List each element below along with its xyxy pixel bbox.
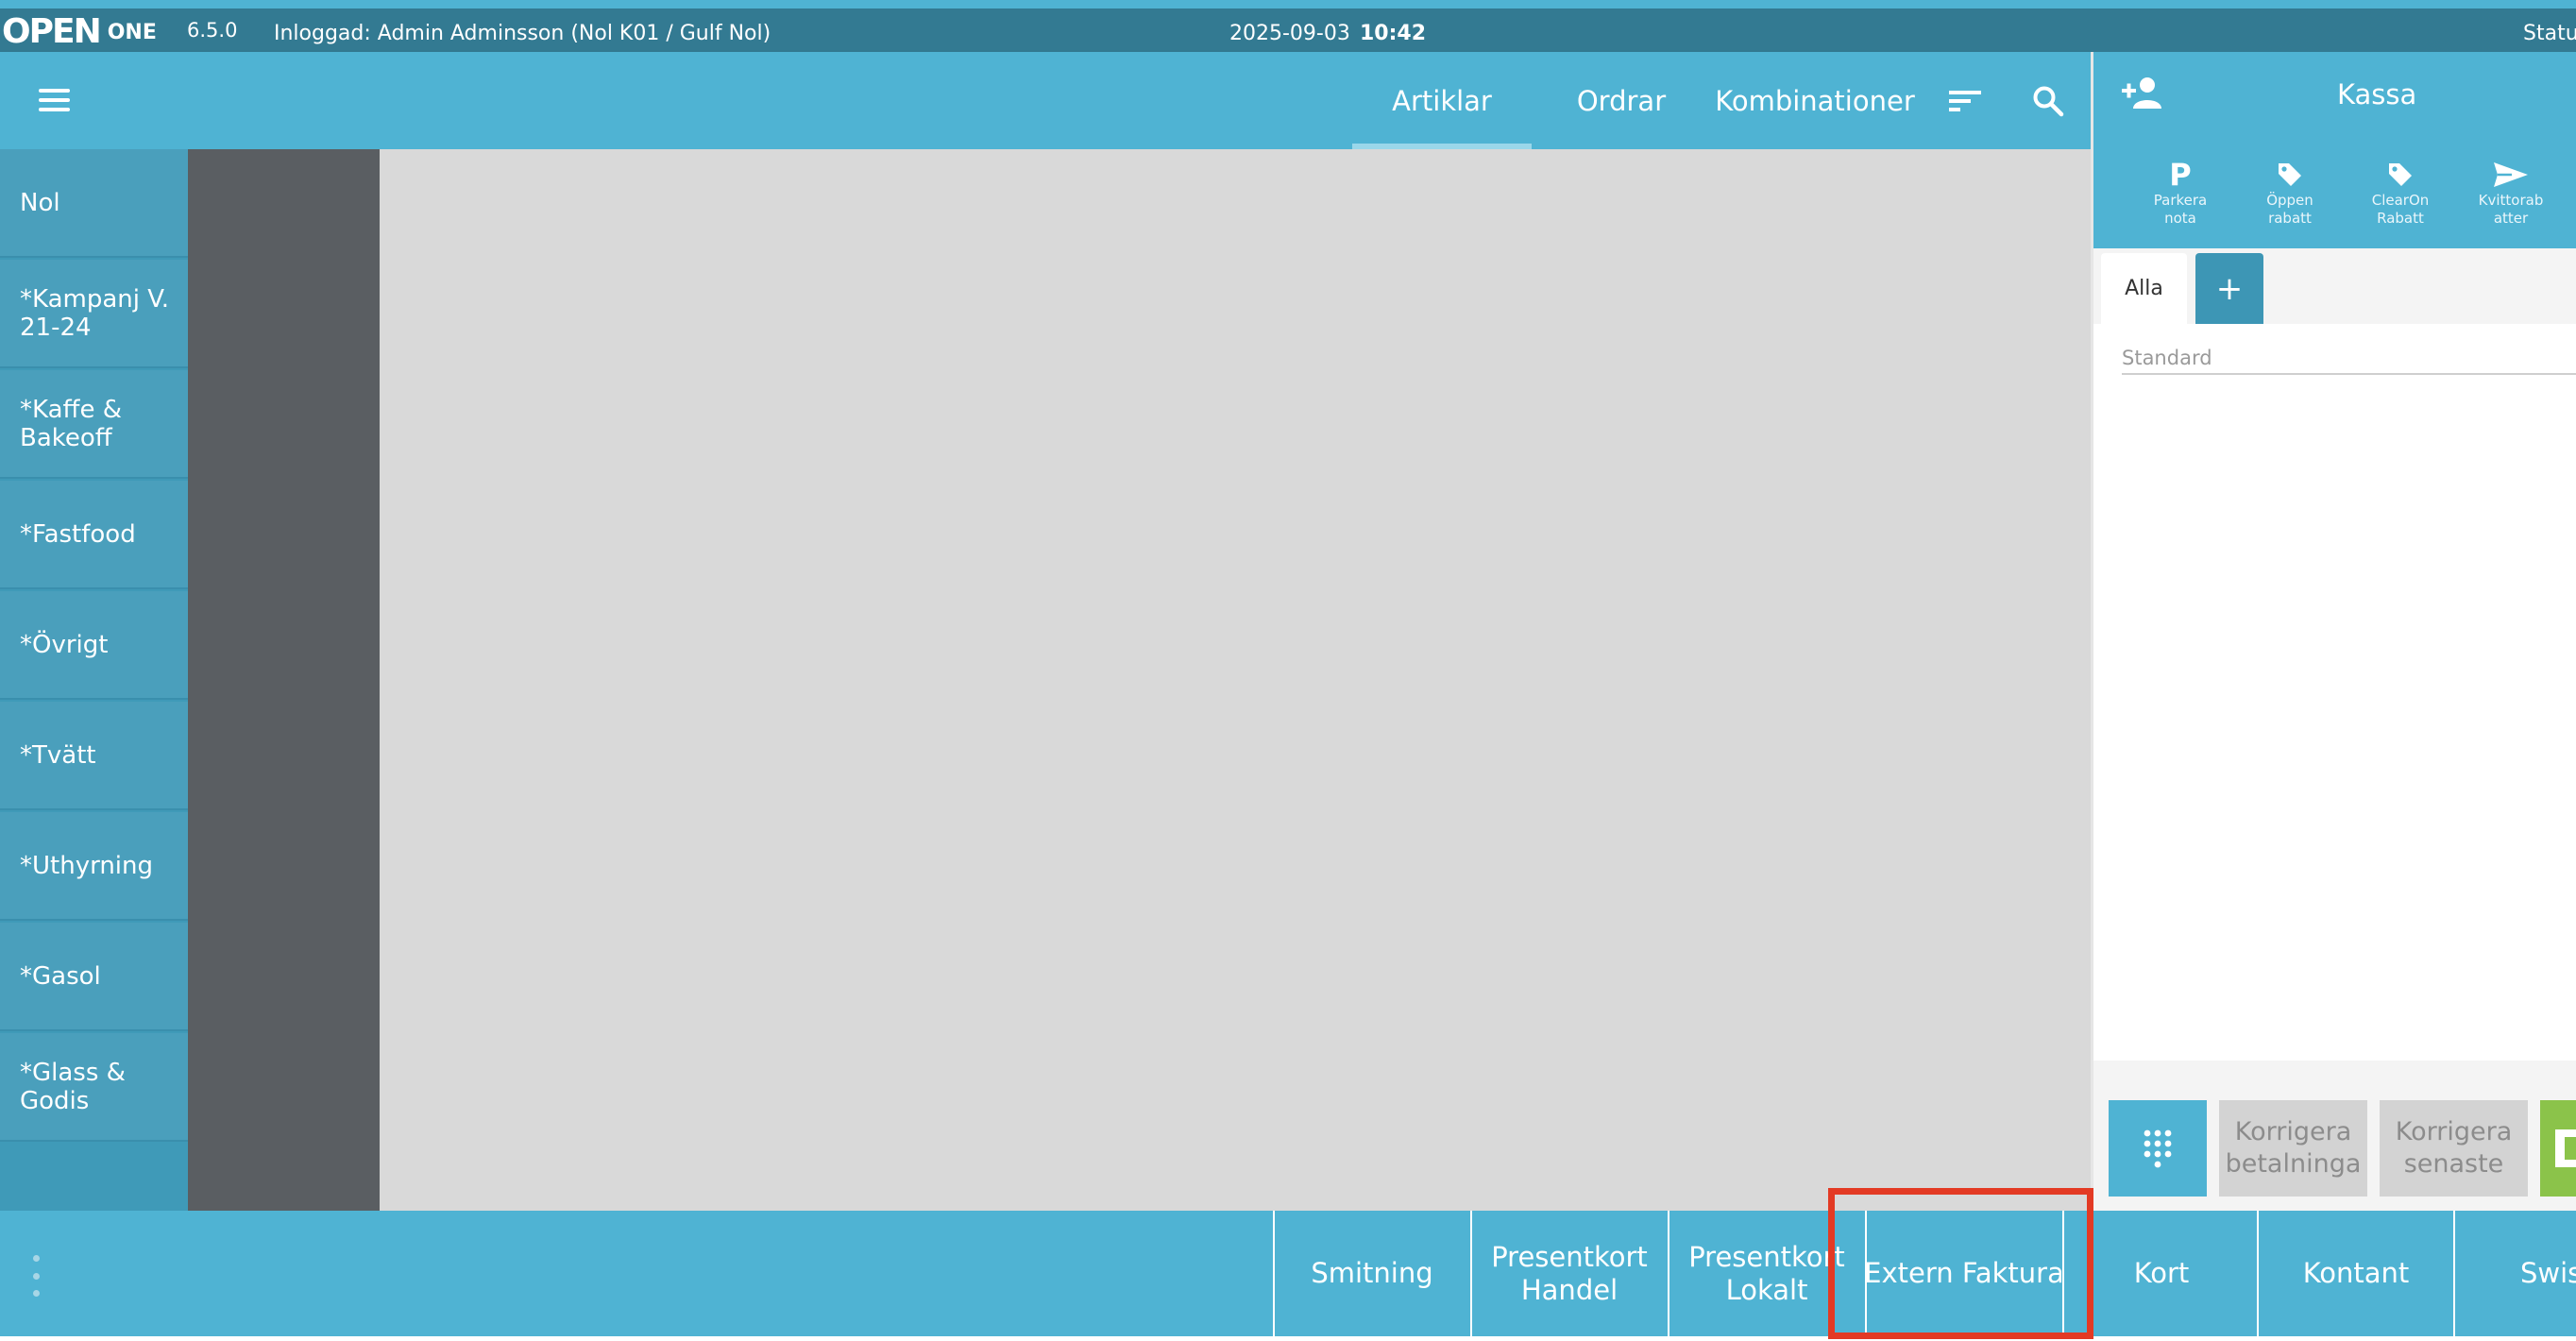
category-label: *Kaffe & Bakeoff [20, 395, 122, 452]
subcategory-panel [188, 149, 380, 1211]
payment-label: Lokalt [1725, 1273, 1808, 1306]
payment-label: Kort [2133, 1257, 2190, 1289]
correct-latest-button[interactable]: Korrigera senaste [2380, 1100, 2528, 1197]
payment-label: Smitning [1311, 1257, 1433, 1289]
button-label: Korrigera [2395, 1117, 2513, 1146]
payment-label: Kontant [2302, 1257, 2410, 1289]
tab-ordrar[interactable]: Ordrar [1554, 52, 1688, 149]
payment-label: Swish [2520, 1257, 2576, 1289]
payment-bar: Smitning Presentkort Handel Presentkort … [0, 1211, 2576, 1341]
payment-extern-faktura-button[interactable]: Extern Faktura [1865, 1211, 2061, 1336]
payment-giftcard-lokalt-button[interactable]: Presentkort Lokalt [1668, 1211, 1864, 1336]
quick-action-label: Öppen [2266, 192, 2313, 209]
app-header: Artiklar Ordrar Kombinationer [0, 52, 2091, 149]
payment-kontant-button[interactable]: Kontant [2257, 1211, 2453, 1336]
payment-label: Handel [1520, 1273, 1618, 1306]
payment-smitning-button[interactable]: Smitning [1273, 1211, 1469, 1336]
tab-kombinationer[interactable]: Kombinationer [1711, 52, 1919, 149]
quick-action-label: Parkera [2153, 192, 2208, 209]
confirm-icon [2555, 1129, 2576, 1167]
receipt-discount-button[interactable]: Kvittorab atter [2462, 158, 2560, 248]
more-vert-icon[interactable] [25, 1255, 47, 1297]
person-add-icon[interactable] [2122, 76, 2165, 112]
cart-list: Standard [2093, 324, 2576, 1061]
correct-payments-button[interactable]: Korrigera betalninga [2219, 1100, 2367, 1197]
tab-artiklar[interactable]: Artiklar [1352, 52, 1532, 149]
category-label: *Uthyrning [20, 851, 154, 880]
category-item-kampanj[interactable]: *Kampanj V. 21-24 [0, 260, 188, 368]
category-label: *Fastfood [20, 519, 136, 549]
app-logo: OPEN ONE [2, 13, 157, 51]
tab-label: Kombinationer [1715, 84, 1915, 117]
category-item-ovrigt[interactable]: *Övrigt [0, 591, 188, 700]
logo-product: ONE [107, 20, 157, 44]
button-label: betalninga [2225, 1149, 2362, 1179]
category-label: *Kampanj V. 21-24 [20, 284, 169, 342]
payment-label: Presentkort [1491, 1240, 1648, 1273]
register-header: Kassa P Parkera nota Öppen rabatt ClearO… [2093, 52, 2576, 324]
payment-label: Extern Faktura [1865, 1257, 2061, 1289]
pricelist-field[interactable]: Standard [2122, 347, 2576, 375]
current-date: 2025-09-03 [1229, 22, 1350, 45]
menu-icon[interactable] [28, 77, 79, 123]
open-discount-button[interactable]: Öppen rabatt [2241, 158, 2339, 248]
category-sidebar: Nol *Kampanj V. 21-24 *Kaffe & Bakeoff *… [0, 149, 188, 1211]
category-item-fastfood[interactable]: *Fastfood [0, 481, 188, 589]
article-grid [380, 149, 2091, 1211]
payment-giftcard-handel-button[interactable]: Presentkort Handel [1470, 1211, 1667, 1336]
payment-label: Presentkort [1688, 1240, 1845, 1273]
tab-label: Artiklar [1392, 84, 1492, 117]
payment-swish-button[interactable]: Swish [2453, 1211, 2576, 1336]
category-label: *Övrigt [20, 630, 109, 659]
quick-action-label: Rabatt [2377, 210, 2424, 227]
add-cart-tab-button[interactable]: + [2195, 253, 2263, 324]
send-icon [2493, 158, 2529, 192]
category-label: Nol [20, 188, 60, 217]
category-item-gasol[interactable]: *Gasol [0, 923, 188, 1031]
quick-action-label: ClearOn [2371, 192, 2430, 209]
keypad-icon [2144, 1129, 2172, 1168]
clearon-discount-button[interactable]: ClearOn Rabatt [2351, 158, 2449, 248]
pos-screen: OPEN ONE 6.5.0 Inloggad: Admin Adminsson… [0, 0, 2576, 1341]
tag-icon [2277, 158, 2303, 192]
category-item-uthyrning[interactable]: *Uthyrning [0, 812, 188, 921]
sort-icon[interactable] [1939, 76, 1991, 126]
parking-icon: P [2169, 157, 2192, 193]
category-label: *Tvätt [20, 740, 96, 770]
category-item-glass[interactable]: *Glass & Godis [0, 1033, 188, 1142]
keypad-button[interactable] [2109, 1100, 2207, 1197]
quick-action-label: rabatt [2268, 210, 2312, 227]
register-title: Kassa [2337, 78, 2417, 110]
category-label: *Gasol [20, 961, 101, 991]
park-note-button[interactable]: P Parkera nota [2131, 158, 2229, 248]
button-label: Korrigera [2234, 1117, 2352, 1146]
button-label: senaste [2403, 1149, 2504, 1179]
quick-action-label: Kvittorab [2478, 192, 2544, 209]
payment-kort-button[interactable]: Kort [2062, 1211, 2259, 1336]
status-label[interactable]: Status [2523, 22, 2576, 45]
current-time: 10:42 [1360, 22, 1427, 45]
category-item-nol[interactable]: Nol [0, 149, 188, 258]
logged-in-user: Inloggad: Admin Adminsson (Nol K01 / Gul… [274, 22, 771, 45]
register-panel: Kassa P Parkera nota Öppen rabatt ClearO… [2091, 52, 2576, 1211]
status-bar: OPEN ONE 6.5.0 Inloggad: Admin Adminsson… [0, 0, 2576, 52]
category-label: *Glass & Godis [20, 1058, 126, 1115]
logo-mark: OPEN [2, 12, 102, 51]
tag-icon [2387, 158, 2414, 192]
category-item-tvatt[interactable]: *Tvätt [0, 702, 188, 810]
quick-action-label: nota [2164, 210, 2196, 227]
search-icon[interactable] [2022, 76, 2075, 126]
quick-action-label: atter [2493, 210, 2529, 227]
category-item-kaffe[interactable]: *Kaffe & Bakeoff [0, 370, 188, 479]
tab-label: Ordrar [1576, 84, 1667, 117]
confirm-button[interactable] [2540, 1100, 2576, 1197]
cart-tab-all[interactable]: Alla [2101, 253, 2187, 324]
app-version: 6.5.0 [187, 19, 238, 42]
